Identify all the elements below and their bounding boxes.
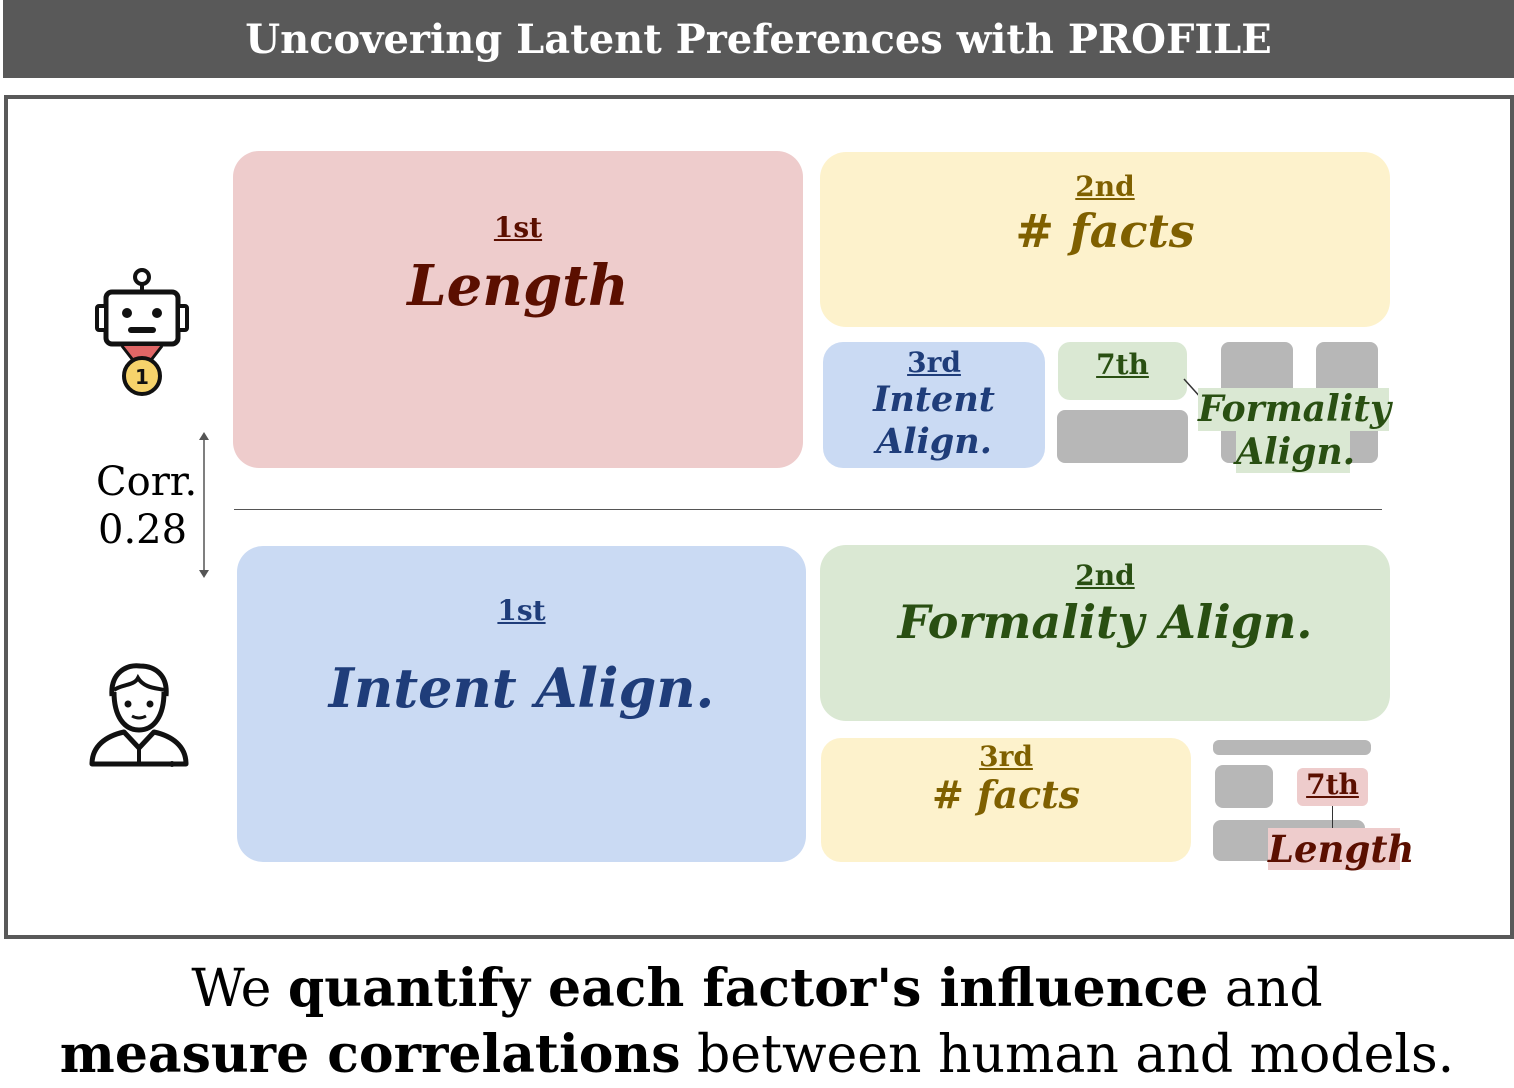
rank-label: 1st bbox=[493, 211, 543, 244]
page-title: Uncovering Latent Preferences with PROFI… bbox=[245, 15, 1272, 63]
formality-label-line2: Align. bbox=[1236, 431, 1356, 473]
factor-name: Intent Align. bbox=[328, 655, 715, 720]
model-rank-7-box: 7th bbox=[1058, 342, 1187, 400]
model-rank-2-box: 2nd # facts bbox=[820, 152, 1390, 327]
placeholder-block bbox=[1213, 740, 1371, 755]
factor-name: # facts bbox=[1015, 203, 1195, 258]
factor-name: Formality Align. bbox=[897, 594, 1313, 649]
medal-icon: 1 bbox=[122, 356, 162, 396]
correlation-label: Corr. 0.28 bbox=[96, 458, 197, 554]
caption-line-1: We quantify each factor's influence and bbox=[0, 956, 1514, 1022]
factor-name-line2: Align. bbox=[876, 420, 992, 462]
rank-label: 7th bbox=[1306, 768, 1359, 801]
rank-label: 7th bbox=[1096, 348, 1149, 381]
factor-name: # facts bbox=[931, 771, 1081, 817]
connector-line bbox=[1332, 806, 1333, 828]
caption-text: We bbox=[191, 959, 288, 1019]
caption-emphasis: measure correlations bbox=[59, 1024, 681, 1086]
rank-label: 2nd bbox=[1075, 559, 1135, 592]
human-rank-7-box: 7th bbox=[1297, 768, 1368, 806]
caption-emphasis: quantify each factor's influence bbox=[287, 958, 1209, 1019]
factor-name-line1: Intent bbox=[873, 378, 995, 420]
title-bar: Uncovering Latent Preferences with PROFI… bbox=[3, 0, 1514, 78]
human-rank-1-box: 1st Intent Align. bbox=[237, 546, 806, 862]
rank-label: 3rd bbox=[907, 346, 961, 379]
caption-text: between human and models. bbox=[680, 1025, 1455, 1086]
placeholder-block bbox=[1057, 410, 1188, 463]
arrow-icon bbox=[199, 432, 209, 578]
human-rank-3-box: 3rd # facts bbox=[821, 738, 1191, 862]
svg-text:1: 1 bbox=[135, 365, 149, 389]
robot-icon: 1 bbox=[95, 268, 189, 396]
corr-title: Corr. bbox=[96, 459, 198, 505]
person-icon bbox=[89, 663, 189, 767]
rank-label: 2nd bbox=[1075, 170, 1135, 203]
rank-label: 3rd bbox=[979, 740, 1033, 773]
caption: We quantify each factor's influence and … bbox=[0, 956, 1514, 1088]
caption-line-2: measure correlations between human and m… bbox=[0, 1022, 1514, 1088]
corr-value: 0.28 bbox=[98, 507, 188, 553]
human-rank-2-box: 2nd Formality Align. bbox=[820, 545, 1390, 721]
rank-label: 1st bbox=[497, 594, 546, 627]
model-rank-1-box: 1st Length bbox=[233, 151, 803, 468]
caption-text: and bbox=[1208, 959, 1323, 1019]
factor-name: Length bbox=[407, 252, 629, 319]
length-label: Length bbox=[1268, 827, 1415, 871]
model-rank-3-box: 3rd Intent Align. bbox=[823, 342, 1045, 468]
placeholder-block bbox=[1215, 765, 1273, 808]
formality-label-line1: Formality bbox=[1198, 388, 1391, 431]
row-divider bbox=[234, 509, 1382, 510]
